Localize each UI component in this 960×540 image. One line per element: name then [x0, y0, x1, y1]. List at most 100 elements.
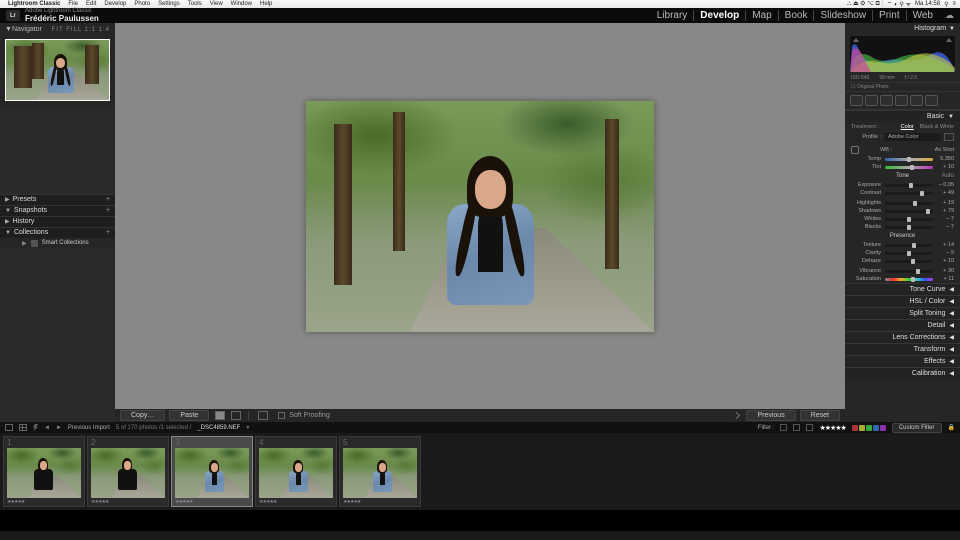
gradient-tool-icon[interactable] — [895, 95, 908, 106]
flag-reject-icon[interactable] — [793, 424, 800, 431]
navigator-header[interactable]: ▼ Navigator FIT FILL 1:1 1:4 — [0, 23, 115, 36]
treatment-color[interactable]: Color — [901, 124, 914, 130]
main-photo[interactable] — [306, 101, 654, 332]
treatment-bw[interactable]: Black & White — [920, 124, 954, 130]
loupe-view-icon[interactable] — [215, 411, 225, 420]
second-window-icon[interactable] — [5, 424, 13, 431]
shadows-slider[interactable]: Shadows+ 79 — [845, 207, 960, 215]
module-print[interactable]: Print — [872, 10, 906, 21]
thumb-2[interactable]: 2★★★★★ — [87, 436, 169, 507]
thumb-5[interactable]: 5★★★★★ — [339, 436, 421, 507]
flag-pick-icon[interactable] — [780, 424, 787, 431]
texture-slider[interactable]: Texture+ 14 — [845, 241, 960, 249]
transform-header[interactable]: Transform◀ — [845, 343, 960, 355]
module-develop[interactable]: Develop — [693, 10, 745, 21]
menu-settings[interactable]: Settings — [158, 1, 180, 7]
calibration-header[interactable]: Calibration◀ — [845, 367, 960, 379]
flash-icon[interactable] — [33, 424, 38, 431]
star-filter[interactable]: ★★★★★ — [819, 424, 845, 432]
saturation-slider[interactable]: Saturation+ 11 — [845, 275, 960, 283]
original-toggle[interactable]: ☐ Original Photo — [845, 82, 960, 92]
profile-value[interactable]: Adobe Color — [885, 133, 941, 141]
splittoning-header[interactable]: Split Toning◀ — [845, 307, 960, 319]
lenscorr-header[interactable]: Lens Corrections◀ — [845, 331, 960, 343]
reset-button[interactable]: Reset — [800, 410, 840, 421]
hsl-header[interactable]: HSL / Color◀ — [845, 295, 960, 307]
tray-icons[interactable]: ⛬ ⏏ ⚙ ⌥ ⧉ ⋮ — [847, 0, 883, 8]
profile-row[interactable]: Profile : Adobe Color — [845, 132, 960, 142]
menu-view[interactable]: View — [210, 1, 223, 7]
effects-header[interactable]: Effects◀ — [845, 355, 960, 367]
module-map[interactable]: Map — [745, 10, 777, 21]
filename-label[interactable]: _DSC4859.NEF — [197, 425, 240, 431]
zoom-levels[interactable]: FIT FILL 1:1 1:4 — [52, 27, 110, 33]
brush-tool-icon[interactable] — [925, 95, 938, 106]
source-label[interactable]: Previous Import — [68, 425, 110, 431]
basic-header[interactable]: Basic▼ — [845, 110, 960, 122]
app-menu[interactable]: Lightroom Classic — [8, 1, 60, 7]
menu-edit[interactable]: Edit — [86, 1, 96, 7]
menu-help[interactable]: Help — [260, 1, 272, 7]
histogram[interactable] — [850, 36, 955, 72]
thumb-1[interactable]: 1★★★★★ — [3, 436, 85, 507]
cloud-sync-icon[interactable]: ☁ — [945, 10, 954, 21]
toolbar-arrow-icon[interactable] — [733, 412, 740, 419]
profile-browser-icon[interactable] — [944, 133, 954, 141]
paste-button[interactable]: Paste — [169, 410, 209, 421]
menu-photo[interactable]: Photo — [134, 1, 150, 7]
grid-icon[interactable] — [19, 424, 27, 431]
eyedropper-icon[interactable] — [851, 146, 859, 154]
histogram-header[interactable]: Histogram▼ — [845, 23, 960, 34]
history-header[interactable]: ▶History — [0, 216, 115, 227]
tint-slider[interactable]: Tint+ 10 — [845, 163, 960, 171]
blacks-slider[interactable]: Blacks– 7 — [845, 223, 960, 231]
color-labels[interactable] — [852, 425, 886, 431]
exposure-slider[interactable]: Exposure– 0,05 — [845, 181, 960, 189]
detail-header[interactable]: Detail◀ — [845, 319, 960, 331]
dehaze-slider[interactable]: Dehaze+ 10 — [845, 257, 960, 265]
nav-fwd-icon[interactable]: ► — [56, 425, 62, 431]
module-book[interactable]: Book — [778, 10, 814, 21]
spot-tool-icon[interactable] — [865, 95, 878, 106]
previous-button[interactable]: Previous — [746, 410, 795, 421]
highlight-clip-icon[interactable] — [946, 38, 952, 42]
whites-slider[interactable]: Whites– 7 — [845, 215, 960, 223]
photo-canvas[interactable] — [115, 23, 845, 409]
menu-icon[interactable]: ≡ — [952, 1, 956, 7]
presets-header[interactable]: ▶Presets+ — [0, 194, 115, 205]
module-web[interactable]: Web — [906, 10, 939, 21]
menu-file[interactable]: File — [68, 1, 78, 7]
vibrance-slider[interactable]: Vibrance+ 30 — [845, 267, 960, 275]
module-slideshow[interactable]: Slideshow — [813, 10, 872, 21]
filmstrip[interactable]: 1★★★★★ 2★★★★★ 3★★★★★ 4★★★★★ 5★★★★★ — [0, 433, 960, 510]
temp-slider[interactable]: Temp5,350 — [845, 155, 960, 163]
before-after-icon[interactable] — [231, 411, 241, 420]
highlights-slider[interactable]: Highlights+ 19 — [845, 199, 960, 207]
crop-tool-icon[interactable] — [850, 95, 863, 106]
tonecurve-header[interactable]: Tone Curve◀ — [845, 283, 960, 295]
thumb-3[interactable]: 3★★★★★ — [171, 436, 253, 507]
thumb-4[interactable]: 4★★★★★ — [255, 436, 337, 507]
snapshots-header[interactable]: ▼Snapshots+ — [0, 205, 115, 216]
auto-tone-button[interactable]: Auto — [942, 173, 954, 179]
smart-collections-item[interactable]: ▶Smart Collections — [0, 238, 115, 249]
clock[interactable]: Ma 14:58 — [915, 1, 940, 7]
module-library[interactable]: Library — [651, 10, 694, 21]
search-icon[interactable]: ⚲ — [944, 1, 948, 8]
lock-icon[interactable]: 🔒 — [948, 424, 955, 431]
radial-tool-icon[interactable] — [910, 95, 923, 106]
clarity-slider[interactable]: Clarity– 9 — [845, 249, 960, 257]
wb-value[interactable]: As Shot — [935, 147, 954, 153]
shadow-clip-icon[interactable] — [853, 38, 859, 42]
collections-header[interactable]: ▼Collections+ — [0, 227, 115, 238]
redeye-tool-icon[interactable] — [880, 95, 893, 106]
contrast-slider[interactable]: Contrast+ 49 — [845, 189, 960, 197]
flag-unflag-icon[interactable] — [806, 424, 813, 431]
menu-window[interactable]: Window — [231, 1, 252, 7]
menu-tools[interactable]: Tools — [188, 1, 202, 7]
softproof-checkbox[interactable] — [278, 412, 285, 419]
tray-wifi-icon[interactable]: ⌔ ◐ ⚲ ᯤ — [887, 0, 911, 8]
compare-icon[interactable] — [258, 411, 268, 420]
nav-back-icon[interactable]: ◄ — [44, 425, 50, 431]
custom-filter-button[interactable]: Custom Filter — [892, 423, 942, 433]
